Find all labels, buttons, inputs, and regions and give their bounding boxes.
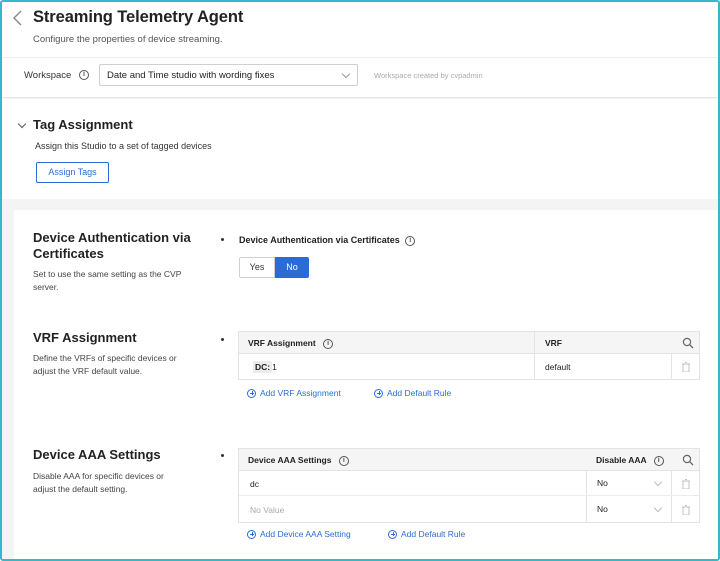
column-header-label: Device AAA Settings — [248, 455, 332, 465]
plus-circle-icon — [374, 388, 383, 398]
workspace-select[interactable]: Date and Time studio with wording fixes — [99, 64, 358, 86]
page-header: Streaming Telemetry Agent Configure the … — [2, 2, 718, 98]
device-auth-title-line2: Certificates — [33, 246, 104, 261]
info-icon[interactable]: i — [323, 338, 334, 349]
page-subtitle: Configure the properties of device strea… — [33, 34, 223, 45]
vrf-section-title: VRF Assignment — [33, 330, 137, 345]
disable-aaa-select[interactable]: No — [587, 497, 671, 522]
column-header-label: Disable AAA — [596, 455, 647, 465]
tag-cell[interactable]: DC: 1 — [253, 361, 277, 373]
tag-value: 1 — [272, 362, 277, 372]
section-bullet — [221, 338, 224, 341]
device-aaa-column-header: Device AAA Settings i — [248, 455, 349, 466]
disable-aaa-select[interactable]: No — [587, 471, 671, 496]
vrf-value-cell[interactable]: default — [545, 362, 571, 372]
trash-icon[interactable] — [682, 479, 690, 489]
tag-assignment-title: Tag Assignment — [33, 117, 133, 132]
vrf-table-header: VRF Assignment i VRF — [239, 332, 699, 354]
add-default-rule-link[interactable]: Add Default Rule — [388, 529, 465, 539]
page-title: Streaming Telemetry Agent — [33, 8, 244, 26]
device-auth-desc-line1: Set to use the same setting as the CVP — [33, 269, 182, 279]
disable-aaa-column-header: Disable AAA i — [596, 455, 664, 466]
select-value: No — [597, 504, 608, 514]
chevron-down-icon — [653, 503, 663, 513]
workspace-select-value: Date and Time studio with wording fixes — [107, 70, 275, 81]
toggle-no-button[interactable]: No — [275, 257, 309, 278]
tag-key-chip: DC: — [253, 361, 273, 373]
vrf-table: VRF Assignment i VRF DC: 1 default — [238, 331, 700, 380]
select-value: No — [597, 478, 608, 488]
aaa-section-title: Device AAA Settings — [33, 447, 161, 462]
trash-icon[interactable] — [682, 362, 690, 372]
info-icon[interactable]: i — [405, 235, 416, 246]
divider — [2, 57, 718, 58]
link-label: Add Default Rule — [387, 388, 452, 398]
chevron-down-icon — [653, 477, 663, 487]
table-row[interactable]: DC: 1 default — [239, 354, 699, 379]
column-header-label: VRF Assignment — [248, 338, 316, 348]
vrf-desc-line1: Define the VRFs of specific devices or — [33, 353, 177, 363]
aaa-desc-line2: adjust the default setting. — [33, 484, 128, 494]
section-bullet — [221, 238, 224, 241]
info-icon[interactable]: i — [653, 455, 664, 466]
aaa-table-header: Device AAA Settings i Disable AAA i — [239, 449, 699, 471]
toggle-yes-button[interactable]: Yes — [239, 257, 275, 278]
collapse-chevron-icon[interactable] — [17, 119, 27, 129]
add-default-rule-link[interactable]: Add Default Rule — [374, 388, 451, 398]
chevron-down-icon — [341, 69, 351, 79]
vrf-desc-line2: adjust the VRF default value. — [33, 366, 143, 376]
plus-circle-icon — [388, 529, 397, 539]
trash-icon[interactable] — [682, 505, 690, 515]
app-window: Streaming Telemetry Agent Configure the … — [0, 0, 720, 561]
aaa-table: Device AAA Settings i Disable AAA i dc N… — [238, 448, 700, 523]
link-label: Add Default Rule — [401, 529, 466, 539]
info-icon[interactable]: i — [79, 70, 89, 80]
plus-circle-icon — [247, 388, 256, 398]
device-auth-desc-line2: server. — [33, 282, 59, 292]
tag-assignment-description: Assign this Studio to a set of tagged de… — [35, 141, 212, 151]
link-label: Add VRF Assignment — [260, 388, 341, 398]
vrf-assignment-column-header: VRF Assignment i — [248, 338, 334, 349]
search-icon[interactable] — [682, 337, 694, 349]
device-auth-title-line1: Device Authentication via — [33, 230, 191, 245]
section-bullet — [221, 454, 224, 457]
add-vrf-assignment-link[interactable]: Add VRF Assignment — [247, 388, 341, 398]
chevron-left-icon[interactable] — [11, 9, 25, 27]
device-auth-field-label: Device Authentication via Certificates i — [239, 235, 416, 246]
link-label: Add Device AAA Setting — [260, 529, 351, 539]
workspace-created-note: Workspace created by cvpadmin — [374, 71, 483, 80]
aaa-desc-line1: Disable AAA for specific devices or — [33, 471, 164, 481]
device-cell[interactable]: dc — [250, 479, 259, 489]
assign-tags-button[interactable]: Assign Tags — [36, 162, 109, 183]
workspace-label: Workspace — [24, 70, 72, 81]
info-icon[interactable]: i — [338, 455, 349, 466]
table-row[interactable]: dc No — [239, 471, 699, 496]
add-device-aaa-setting-link[interactable]: Add Device AAA Setting — [247, 529, 351, 539]
table-row[interactable]: No Value No — [239, 497, 699, 522]
search-icon[interactable] — [682, 454, 694, 466]
device-cell-placeholder[interactable]: No Value — [250, 505, 284, 515]
device-auth-toggle: Yes No — [239, 257, 309, 278]
device-auth-field-text: Device Authentication via Certificates — [239, 235, 400, 245]
vrf-column-header: VRF — [545, 338, 562, 348]
plus-circle-icon — [247, 529, 256, 539]
